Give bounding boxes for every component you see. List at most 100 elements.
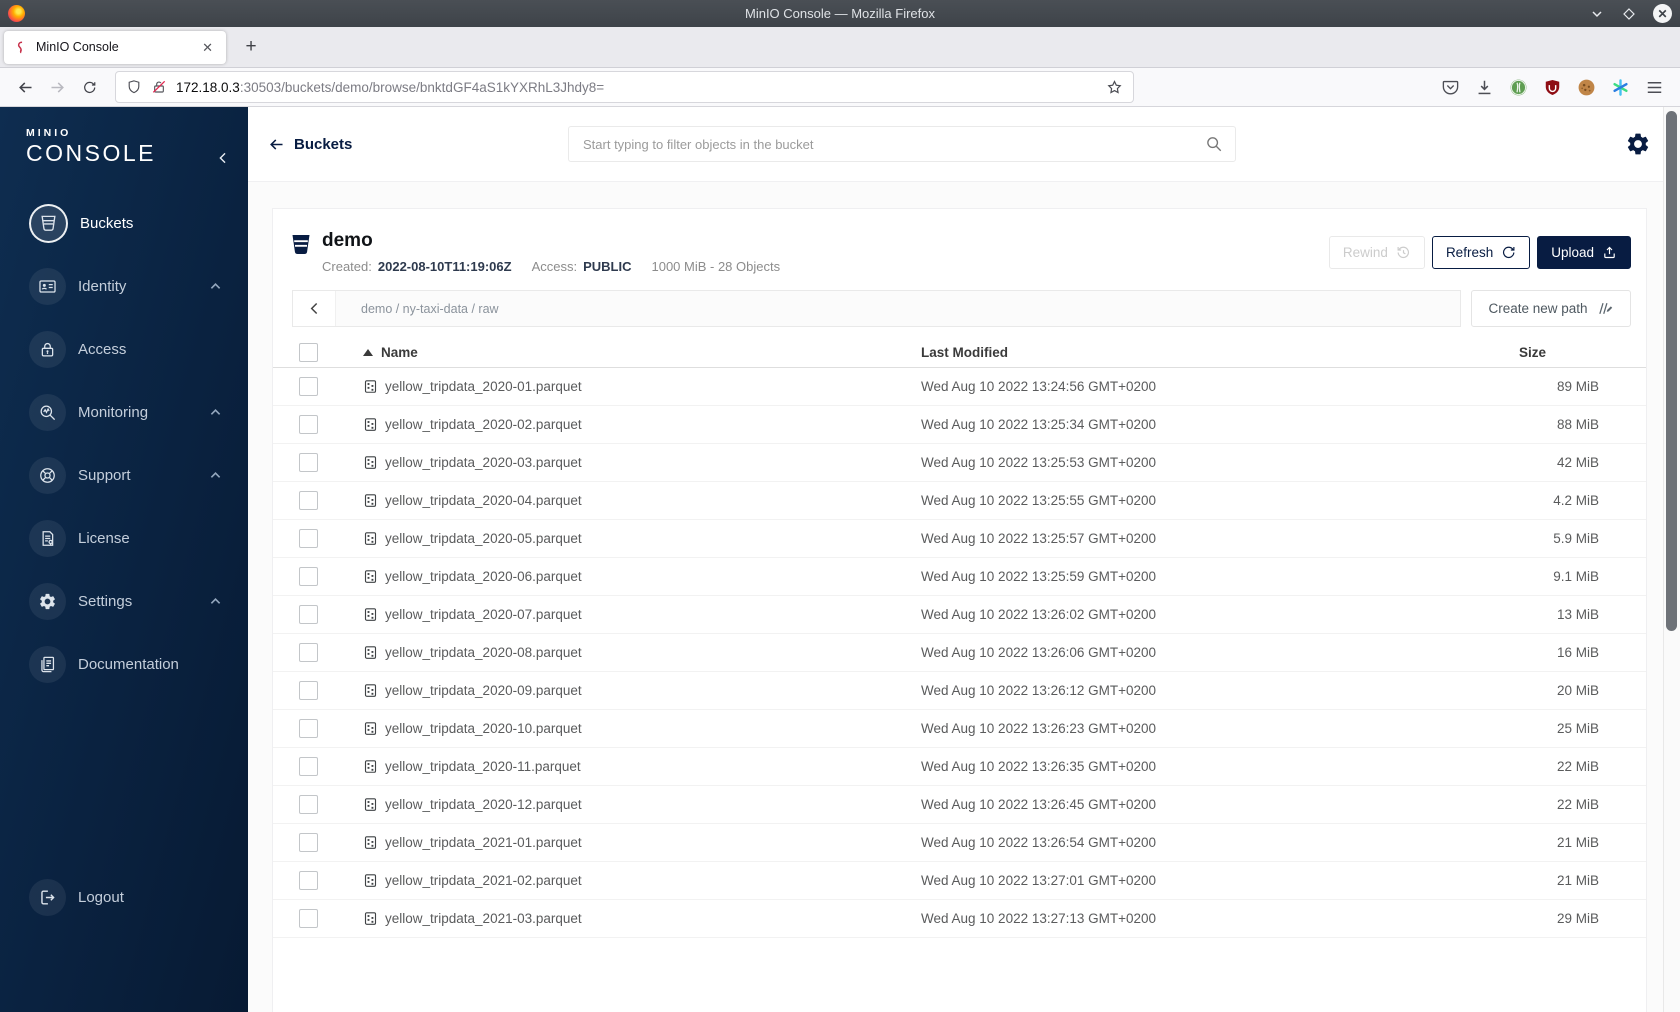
- window-minimize-button[interactable]: [1589, 6, 1605, 22]
- sidebar-item-documentation[interactable]: Documentation: [0, 633, 248, 696]
- object-size: 21 MiB: [1556, 873, 1599, 888]
- caret-up-icon[interactable]: [210, 597, 221, 605]
- row-checkbox[interactable]: [299, 415, 318, 434]
- caret-up-icon[interactable]: [210, 408, 221, 416]
- table-row[interactable]: yellow_tripdata_2020-02.parquet Wed Aug …: [273, 406, 1646, 444]
- shield-icon[interactable]: [126, 79, 142, 95]
- row-checkbox[interactable]: [299, 529, 318, 548]
- row-checkbox[interactable]: [299, 719, 318, 738]
- back-link-label: Buckets: [294, 135, 353, 153]
- access-label: Access:: [531, 259, 578, 274]
- bucket-browser-card: demo Created: 2022-08-10T11:19:06Z Acces…: [272, 208, 1647, 1012]
- row-checkbox[interactable]: [299, 681, 318, 700]
- page-scrollbar[interactable]: [1663, 107, 1680, 1012]
- object-name: yellow_tripdata_2021-02.parquet: [385, 873, 582, 888]
- row-checkbox[interactable]: [299, 871, 318, 890]
- object-size: 13 MiB: [1556, 607, 1599, 622]
- rewind-button[interactable]: Rewind: [1328, 235, 1425, 269]
- select-all-checkbox[interactable]: [299, 342, 318, 362]
- row-checkbox[interactable]: [299, 795, 318, 814]
- url-bar[interactable]: 172.18.0.3:30503/buckets/demo/browse/bnk…: [115, 71, 1134, 103]
- breadcrumb[interactable]: demo / ny-taxi-data / raw: [335, 291, 1460, 326]
- back-button[interactable]: [9, 73, 41, 101]
- table-row[interactable]: yellow_tripdata_2020-05.parquet Wed Aug …: [273, 520, 1646, 558]
- path-box: demo / ny-taxi-data / raw: [292, 290, 1461, 327]
- create-new-path-button[interactable]: Create new path: [1471, 290, 1631, 327]
- bucket-header: demo Created: 2022-08-10T11:19:06Z Acces…: [273, 209, 1646, 288]
- upload-button[interactable]: Upload: [1537, 235, 1631, 269]
- window-close-button[interactable]: ✕: [1653, 4, 1672, 23]
- row-checkbox[interactable]: [299, 491, 318, 510]
- sidebar-item-identity[interactable]: Identity: [0, 255, 248, 318]
- sidebar-item-label: Logout: [78, 889, 124, 906]
- table-row[interactable]: yellow_tripdata_2020-08.parquet Wed Aug …: [273, 634, 1646, 672]
- scrollbar-thumb[interactable]: [1666, 111, 1677, 631]
- refresh-button[interactable]: Refresh: [1431, 235, 1531, 269]
- table-row[interactable]: yellow_tripdata_2020-06.parquet Wed Aug …: [273, 558, 1646, 596]
- lock-slash-icon[interactable]: [151, 79, 167, 95]
- sidebar-item-support[interactable]: Support: [0, 444, 248, 507]
- download-icon[interactable]: [1475, 78, 1494, 97]
- table-row[interactable]: yellow_tripdata_2021-02.parquet Wed Aug …: [273, 862, 1646, 900]
- table-row[interactable]: yellow_tripdata_2020-03.parquet Wed Aug …: [273, 444, 1646, 482]
- row-checkbox[interactable]: [299, 909, 318, 928]
- caret-up-icon[interactable]: [210, 471, 221, 479]
- url-text: 172.18.0.3:30503/buckets/demo/browse/bnk…: [176, 79, 605, 95]
- column-header-size[interactable]: Size: [1469, 345, 1599, 360]
- table-row[interactable]: yellow_tripdata_2021-03.parquet Wed Aug …: [273, 900, 1646, 938]
- main-area: Buckets demo: [248, 107, 1663, 1012]
- column-header-name[interactable]: Name: [363, 345, 921, 360]
- table-row[interactable]: yellow_tripdata_2021-01.parquet Wed Aug …: [273, 824, 1646, 862]
- bucket-settings-gear-button[interactable]: [1625, 131, 1651, 157]
- extension-cookie-icon[interactable]: [1577, 78, 1596, 97]
- table-row[interactable]: yellow_tripdata_2020-04.parquet Wed Aug …: [273, 482, 1646, 520]
- table-row[interactable]: yellow_tripdata_2020-07.parquet Wed Aug …: [273, 596, 1646, 634]
- new-tab-button[interactable]: +: [240, 36, 262, 58]
- row-checkbox[interactable]: [299, 757, 318, 776]
- tab-close-icon[interactable]: ✕: [198, 39, 217, 56]
- sidebar-item-access[interactable]: Access: [0, 318, 248, 381]
- object-file-icon: [363, 493, 378, 508]
- sidebar-item-license[interactable]: License: [0, 507, 248, 570]
- column-header-last-modified[interactable]: Last Modified: [921, 345, 1469, 360]
- forward-button[interactable]: [41, 73, 73, 101]
- back-to-buckets-link[interactable]: Buckets: [268, 136, 352, 153]
- sidebar-collapse-icon[interactable]: [216, 151, 230, 165]
- row-checkbox[interactable]: [299, 643, 318, 662]
- extension-ublock-icon[interactable]: [1543, 78, 1562, 97]
- bucket-meta: Created: 2022-08-10T11:19:06Z Access: PU…: [322, 259, 780, 274]
- object-last-modified: Wed Aug 10 2022 13:25:34 GMT+0200: [921, 417, 1157, 432]
- table-row[interactable]: yellow_tripdata_2020-01.parquet Wed Aug …: [273, 368, 1646, 406]
- sidebar-item-logout[interactable]: Logout: [0, 866, 248, 929]
- row-checkbox[interactable]: [299, 567, 318, 586]
- caret-up-icon[interactable]: [210, 282, 221, 290]
- row-checkbox[interactable]: [299, 453, 318, 472]
- window-maximize-button[interactable]: [1621, 6, 1637, 22]
- sidebar-item-settings[interactable]: Settings: [0, 570, 248, 633]
- row-checkbox[interactable]: [299, 605, 318, 624]
- table-row[interactable]: yellow_tripdata_2020-12.parquet Wed Aug …: [273, 786, 1646, 824]
- row-checkbox[interactable]: [299, 833, 318, 852]
- object-size: 89 MiB: [1556, 379, 1599, 394]
- object-size: 29 MiB: [1556, 911, 1599, 926]
- table-row[interactable]: yellow_tripdata_2020-11.parquet Wed Aug …: [273, 748, 1646, 786]
- extension-asterisk-icon[interactable]: [1611, 78, 1630, 97]
- pocket-icon[interactable]: [1441, 78, 1460, 97]
- object-name: yellow_tripdata_2020-02.parquet: [385, 417, 582, 432]
- reload-button[interactable]: [73, 73, 105, 101]
- window-titlebar: MinIO Console — Mozilla Firefox ✕: [0, 0, 1680, 27]
- bookmark-star-icon[interactable]: [1106, 79, 1123, 96]
- table-row[interactable]: yellow_tripdata_2020-09.parquet Wed Aug …: [273, 672, 1646, 710]
- sidebar-item-monitoring[interactable]: Monitoring: [0, 381, 248, 444]
- row-checkbox[interactable]: [299, 377, 318, 396]
- object-last-modified: Wed Aug 10 2022 13:26:45 GMT+0200: [921, 797, 1157, 812]
- firefox-window: MinIO Console — Mozilla Firefox ✕ MinIO …: [0, 0, 1680, 1012]
- menu-hamburger-icon[interactable]: [1645, 78, 1664, 97]
- object-filter-input[interactable]: [581, 135, 1205, 153]
- extension-green-icon[interactable]: [1509, 78, 1528, 97]
- tab-minio-console[interactable]: MinIO Console ✕: [4, 30, 226, 64]
- object-last-modified: Wed Aug 10 2022 13:25:57 GMT+0200: [921, 531, 1157, 546]
- sidebar-item-buckets[interactable]: Buckets: [0, 192, 248, 255]
- path-back-button[interactable]: [293, 291, 335, 326]
- table-row[interactable]: yellow_tripdata_2020-10.parquet Wed Aug …: [273, 710, 1646, 748]
